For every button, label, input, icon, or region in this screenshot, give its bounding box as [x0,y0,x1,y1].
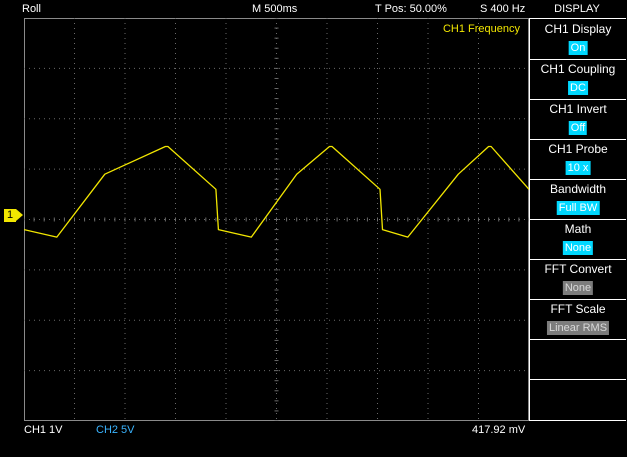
waveform-plot: CH1 Frequency [23,17,530,422]
trigger-position: T Pos: 50.00% [375,3,447,15]
menu-item-fft-convert[interactable]: FFT Convert None [530,259,626,300]
menu-item-value[interactable]: DC [568,81,588,95]
menu-item-label: CH1 Display [544,22,612,36]
menu-item-value[interactable]: None [562,241,594,255]
menu-item-bandwidth[interactable]: Bandwidth Full BW [530,179,626,220]
menu-item-ch1-display[interactable]: CH1 Display On [530,19,626,60]
menu-item-label: Math [564,222,592,236]
ch1-marker-label: 1 [4,209,16,222]
menu-item-label: CH1 Invert [549,102,607,116]
menu-item-label: FFT Convert [544,262,612,276]
menu-item-label: Bandwidth [549,182,607,196]
menu-item-blank-8 [530,339,626,380]
measurement-value: 417.92 mV [472,424,526,436]
measurement-label: CH1 Frequency [443,23,521,35]
display-menu: CH1 Display On CH1 Coupling DC CH1 Invert Off… [529,18,626,421]
menu-item-blank-9 [530,379,626,420]
menu-title: DISPLAY [554,3,600,15]
ch1-marker-arrow [16,209,23,221]
acquisition-mode: Roll [22,3,41,15]
menu-item-value[interactable]: Off [568,121,588,135]
timebase-readout: M 500ms [252,3,298,15]
menu-item-value[interactable]: Full BW [556,201,600,215]
menu-item-ch1-coupling[interactable]: CH1 Coupling DC [530,59,626,100]
menu-item-label: CH1 Coupling [540,62,616,76]
menu-item-value[interactable]: Linear RMS [546,321,610,335]
menu-item-label: CH1 Probe [548,142,608,156]
menu-item-ch1-probe[interactable]: CH1 Probe 10 x [530,139,626,180]
ch1-scale: CH1 1V [24,424,63,436]
waveform-display: CH1 Frequency [23,17,530,422]
menu-item-fft-scale[interactable]: FFT Scale Linear RMS [530,299,626,340]
menu-item-label: FFT Scale [550,302,606,316]
menu-item-ch1-invert[interactable]: CH1 Invert Off [530,99,626,140]
ch2-scale: CH2 5V [96,424,135,436]
menu-item-value[interactable]: None [562,281,594,295]
menu-item-value[interactable]: On [568,41,588,55]
sample-rate: S 400 Hz [480,3,526,15]
menu-item-value[interactable]: 10 x [565,161,591,175]
menu-item-math[interactable]: Math None [530,219,626,260]
